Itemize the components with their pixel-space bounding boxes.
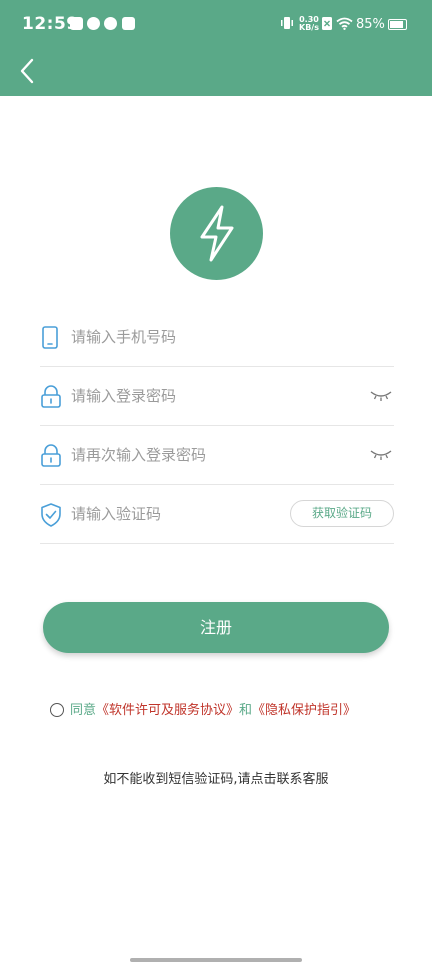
agree-prefix: 同意 [70,703,97,718]
back-icon[interactable] [14,56,42,86]
agree-connector: 和 [239,703,253,718]
battery-level [390,21,403,28]
vibrate-icon [281,17,293,29]
contact-support-text[interactable]: 如不能收到短信验证码,请点击联系客服 [0,768,432,787]
app-notification-icon [87,17,100,30]
weibo-notification-icon [104,17,117,30]
confirm-password-row [40,426,394,485]
app-header: 12:59 0.30 KB/s 85% [0,0,432,96]
lock-icon [41,385,61,408]
agreement: 同意《软件许可及服务协议》和《隐私保护指引》 [50,700,390,724]
mail-notification-icon [70,17,83,30]
no-sim-icon [322,17,332,30]
code-input[interactable] [71,499,271,529]
register-button[interactable]: 注册 [43,602,389,653]
terms-link[interactable]: 《软件许可及服务协议》 [96,703,239,718]
app-logo [170,187,263,280]
phone-row [40,308,394,367]
phone-icon [42,326,58,349]
battery-percent: 85% [356,17,385,32]
message-notification-icon [122,17,135,30]
code-row: 获取验证码 [40,485,394,544]
privacy-link[interactable]: 《隐私保护指引》 [252,703,356,718]
lightning-bolt-icon [200,205,234,262]
wifi-icon [336,17,353,30]
confirm-password-input[interactable] [71,440,341,470]
lock-icon [41,444,61,467]
agree-radio[interactable] [50,703,64,717]
eye-closed-icon[interactable] [370,449,392,461]
get-code-button[interactable]: 获取验证码 [290,500,394,527]
phone-input[interactable] [71,322,341,352]
home-indicator[interactable] [130,958,302,962]
status-bar: 12:59 0.30 KB/s 85% [0,0,432,50]
shield-check-icon [41,503,61,527]
password-row [40,367,394,426]
password-input[interactable] [71,381,341,411]
eye-closed-icon[interactable] [370,390,392,402]
battery-icon [388,19,407,30]
network-speed: 0.30 KB/s [299,15,319,32]
